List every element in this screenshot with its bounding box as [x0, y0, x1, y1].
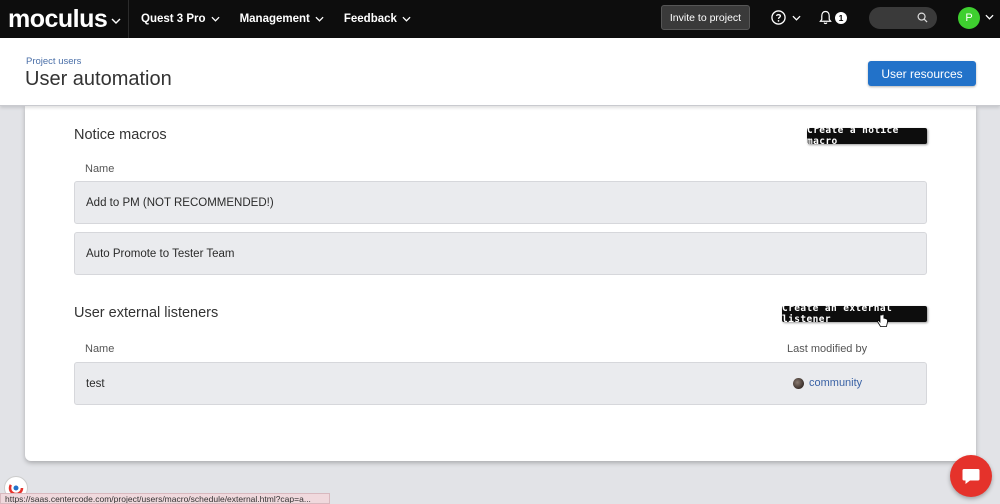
help-icon [771, 10, 786, 25]
chevron-down-icon [111, 18, 121, 24]
user-avatar-icon [793, 377, 804, 389]
modified-by-name: community [809, 377, 863, 389]
management-menu[interactable]: Management [230, 0, 334, 38]
feedback-menu[interactable]: Feedback [334, 0, 421, 38]
bell-icon [819, 10, 832, 25]
search-button[interactable] [869, 7, 937, 29]
chevron-down-icon [315, 16, 324, 22]
top-nav: moculus Quest 3 Pro Management Feedback … [0, 0, 1000, 38]
listeners-modified-header: Last modified by [787, 343, 868, 355]
macro-name: Add to PM (NOT RECOMMENDED!) [86, 196, 274, 209]
avatar[interactable]: P [958, 7, 980, 29]
create-notice-macro-button[interactable]: Create a notice macro [807, 125, 927, 147]
hand-cursor-icon [877, 314, 888, 327]
page-header: Project users User automation User resou… [0, 38, 1000, 106]
chat-icon [962, 469, 980, 484]
logo-menu[interactable]: moculus [0, 0, 129, 38]
feedback-menu-label: Feedback [343, 13, 397, 25]
create-external-listener-button[interactable]: Create an external listener [782, 303, 927, 325]
user-resources-button[interactable]: User resources [868, 61, 976, 86]
list-item[interactable]: Auto Promote to Tester Team [74, 232, 927, 275]
chat-button[interactable] [950, 455, 992, 497]
management-menu-label: Management [239, 13, 310, 25]
notifications-button[interactable]: 1 [819, 10, 847, 25]
macro-name: Auto Promote to Tester Team [86, 247, 235, 260]
page-title: User automation [25, 68, 172, 90]
external-listeners-title: User external listeners [74, 305, 219, 321]
notification-badge: 1 [835, 11, 847, 24]
invite-button[interactable]: Invite to project [661, 5, 750, 30]
chevron-down-icon [792, 15, 801, 21]
modified-by-link[interactable]: community [793, 377, 862, 389]
chevron-down-icon[interactable] [985, 14, 994, 20]
notice-macros-title: Notice macros [74, 127, 167, 143]
breadcrumb[interactable]: Project users [26, 56, 81, 67]
search-icon [917, 12, 928, 23]
listener-name: test [86, 377, 105, 390]
project-menu-label: Quest 3 Pro [141, 13, 206, 25]
project-menu[interactable]: Quest 3 Pro [130, 0, 230, 38]
listeners-name-header: Name [85, 343, 115, 355]
content-card: Notice macros Create a notice macro Name… [25, 106, 976, 461]
help-menu[interactable] [771, 10, 801, 25]
chevron-down-icon [402, 16, 411, 22]
list-item[interactable]: Add to PM (NOT RECOMMENDED!) [74, 181, 927, 224]
chevron-down-icon [211, 16, 220, 22]
status-bar-url: https://saas.centercode.com/project/user… [0, 493, 330, 504]
logo: moculus [8, 4, 108, 33]
notice-macros-name-header: Name [85, 163, 115, 175]
